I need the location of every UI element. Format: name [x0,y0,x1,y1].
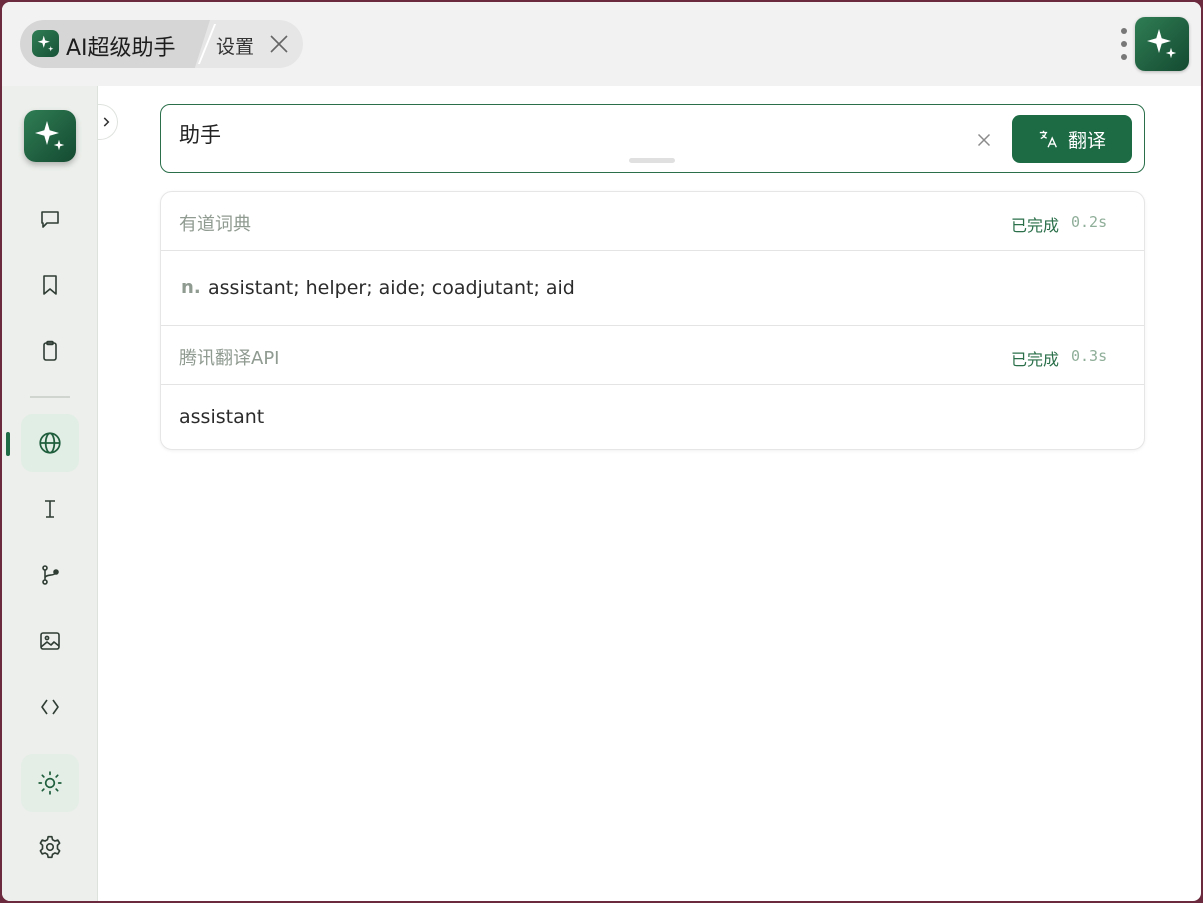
translate-input-box: 翻译 [160,104,1145,173]
result-text[interactable]: assistant [179,406,264,428]
translate-icon [1039,130,1057,148]
result-source: 腾讯翻译API [179,348,280,369]
app-title: AI超级助手 [66,36,176,61]
image-icon [40,632,60,650]
sidebar-item-bookmark[interactable] [21,256,79,314]
result-header-tencent: 腾讯翻译API 已完成 0.3s [161,326,1144,385]
sidebar-collapse-button[interactable] [98,104,118,140]
close-icon[interactable] [267,32,291,56]
sidebar-divider [30,396,70,398]
part-of-speech: n. [181,277,201,298]
sidebar-item-settings[interactable] [21,818,79,876]
text-cursor-icon [45,500,55,518]
result-body-youdao: n. assistant; helper; aide; coadjutant; … [161,251,1144,326]
translation-results: 有道词典 已完成 0.2s n. assistant; helper; aide… [160,191,1145,450]
result-status: 已完成 [1011,350,1060,369]
chevron-right-icon [103,117,110,127]
sidebar [2,86,98,901]
sidebar-item-code[interactable] [21,678,79,736]
more-options-icon[interactable] [1115,24,1133,64]
sidebar-item-branch[interactable] [21,546,79,604]
bookmark-icon [43,275,57,295]
result-status: 已完成 [1011,216,1060,235]
sidebar-item-text[interactable] [21,480,79,538]
result-body-tencent: assistant [161,385,1144,449]
globe-icon [39,432,61,454]
clipboard-icon [43,340,57,361]
translate-button-label: 翻译 [1067,129,1106,152]
result-header-youdao: 有道词典 已完成 0.2s [161,192,1144,251]
assistant-launch-button[interactable] [1135,17,1189,71]
git-branch-icon [42,565,59,585]
sidebar-item-image[interactable] [21,612,79,670]
gear-icon [39,835,61,859]
sidebar-item-theme[interactable] [21,754,79,812]
sidebar-item-chat[interactable] [21,190,79,248]
translate-button[interactable]: 翻译 [1012,115,1132,163]
resize-handle[interactable] [629,158,675,163]
result-time: 0.2s [1071,213,1108,231]
tab-strip: AI超级助手 设置 [20,20,303,68]
active-indicator [6,432,10,456]
sidebar-item-translate[interactable] [21,414,79,472]
translate-input[interactable] [179,117,959,151]
title-bar: AI超级助手 设置 [2,2,1201,86]
sun-icon [38,771,62,795]
chat-bubble-icon [41,211,59,228]
result-text[interactable]: assistant; helper; aide; coadjutant; aid [208,277,575,299]
app-logo-icon [32,30,59,57]
app-window: AI超级助手 设置 助手 翻译 有道词典 已完成 0.2s n. assista… [2,2,1201,901]
sidebar-item-clipboard[interactable] [21,322,79,380]
tab-settings[interactable]: 设置 [216,32,254,59]
result-time: 0.3s [1071,347,1108,365]
code-icon [41,699,59,715]
app-logo-icon[interactable] [24,110,76,162]
clear-icon[interactable] [973,129,995,151]
result-source: 有道词典 [179,214,251,235]
app-tab[interactable]: AI超级助手 [20,20,210,68]
